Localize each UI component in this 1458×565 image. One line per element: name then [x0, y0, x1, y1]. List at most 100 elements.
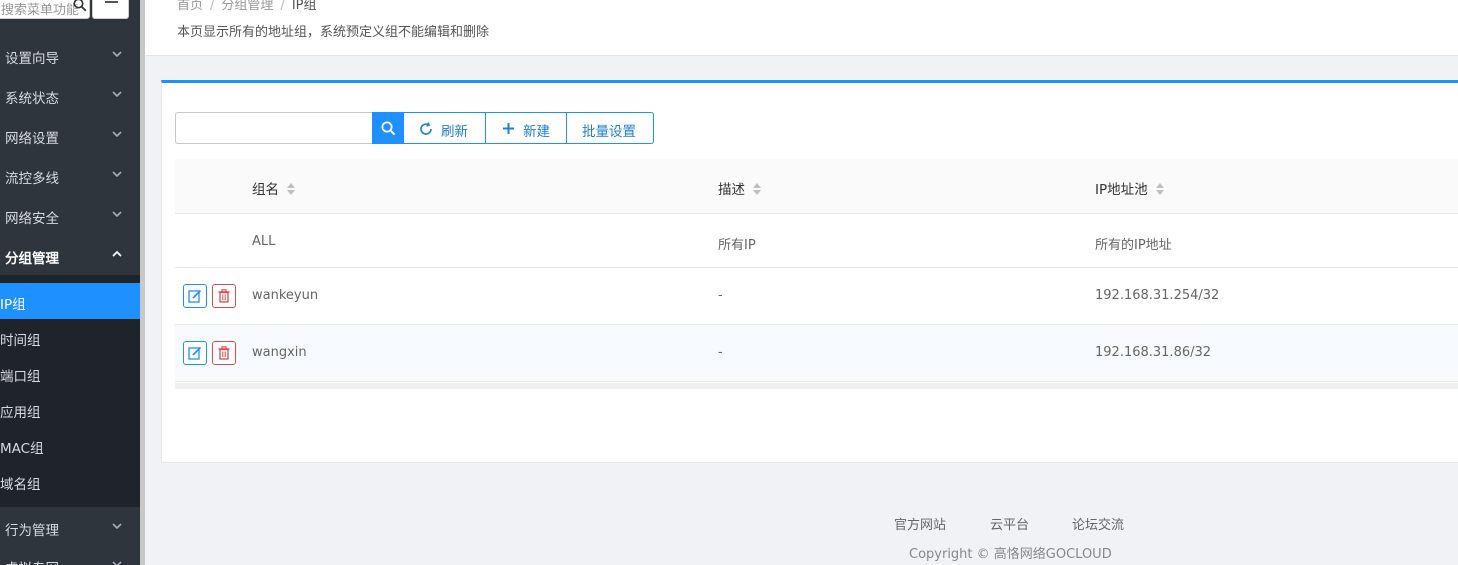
submenu-item-label: IP组 — [0, 297, 26, 313]
menu-item-system-status[interactable]: 系统状态 — [0, 75, 140, 115]
breadcrumb-separator: / — [210, 0, 215, 13]
sort-icon[interactable] — [1155, 183, 1164, 195]
chevron-down-icon — [112, 91, 122, 98]
menu-item-label: 行为管理 — [5, 523, 59, 539]
submenu-item-label: MAC组 — [0, 441, 44, 457]
new-button[interactable]: 新建 — [486, 112, 567, 144]
column-header-label: IP地址池 — [1095, 182, 1148, 198]
submenu-item-domain-group[interactable]: 域名组 — [0, 463, 140, 499]
sort-icon[interactable] — [287, 183, 295, 195]
submenu-item-time-group[interactable]: 时间组 — [0, 319, 140, 355]
edit-icon — [188, 346, 202, 360]
ip-group-card: 刷新 新建 批量设置 组名 描述 IP地址池 ALL 所有IP 所有的IP地址 — [161, 80, 1458, 463]
chevron-down-icon — [112, 51, 122, 58]
table-header: 组名 描述 IP地址池 — [175, 159, 1458, 214]
copyright-text: Copyright © 高恪网络GOCLOUD — [909, 547, 1112, 562]
submenu-item-port-group[interactable]: 端口组 — [0, 355, 140, 391]
edit-button[interactable] — [183, 341, 207, 365]
menu-item-label: 系统状态 — [5, 91, 59, 107]
search-icon — [381, 121, 396, 136]
cell-name: ALL — [252, 234, 276, 249]
menu-item-label: 网络设置 — [5, 131, 59, 147]
cell-description: 所有IP — [718, 238, 756, 253]
sidebar-search-row: 搜索菜单功能 — [0, 0, 140, 19]
page-header: 首页 / 分组管理 / IP组 本页显示所有的地址组，系统预定义组不能编辑和删除 — [145, 0, 1458, 56]
column-header-name[interactable]: 组名 — [252, 178, 295, 198]
edit-icon — [188, 289, 202, 303]
column-header-ip-pool[interactable]: IP地址池 — [1095, 178, 1164, 198]
column-header-description[interactable]: 描述 — [718, 178, 761, 198]
refresh-label: 刷新 — [441, 124, 468, 140]
submenu-item-mac-group[interactable]: MAC组 — [0, 427, 140, 463]
menu-search-placeholder: 搜索菜单功能 — [1, 3, 80, 18]
edit-button[interactable] — [183, 284, 207, 308]
plus-icon — [503, 123, 514, 134]
menu-item-network-security[interactable]: 网络安全 — [0, 195, 140, 235]
cell-name: wankeyun — [252, 288, 319, 303]
menu-item-network-settings[interactable]: 网络设置 — [0, 115, 140, 155]
search-icon[interactable] — [73, 0, 87, 12]
group-management-submenu: IP组 时间组 端口组 应用组 MAC组 域名组 — [0, 275, 140, 507]
trash-icon — [218, 346, 230, 360]
menu-item-setup-wizard[interactable]: 设置向导 — [0, 35, 140, 75]
cell-name: wangxin — [252, 345, 307, 360]
batch-settings-label: 批量设置 — [582, 124, 636, 140]
footer-link-official-site[interactable]: 官方网站 — [894, 514, 946, 533]
chevron-down-icon — [112, 171, 122, 178]
sort-icon[interactable] — [753, 183, 761, 195]
sidebar-scrollbar[interactable] — [140, 0, 145, 565]
menu-toggle-button[interactable] — [92, 0, 129, 19]
submenu-item-ip-group[interactable]: IP组 — [0, 283, 140, 319]
hamburger-icon-line — [105, 1, 118, 3]
column-header-label: 组名 — [252, 182, 279, 198]
refresh-icon — [420, 122, 432, 135]
chevron-down-icon — [112, 131, 122, 138]
footer-link-cloud-platform[interactable]: 云平台 — [990, 514, 1029, 533]
menu-item-label: 流控多线 — [5, 171, 59, 187]
table-row: ALL 所有IP 所有的IP地址 — [175, 214, 1458, 268]
menu-item-label: 设置向导 — [5, 51, 59, 67]
menu-item-label: 虚拟专网 — [5, 557, 59, 565]
page-description: 本页显示所有的地址组，系统预定义组不能编辑和删除 — [177, 25, 490, 40]
breadcrumb-separator: / — [280, 0, 285, 13]
refresh-button[interactable]: 刷新 — [404, 112, 486, 144]
column-header-label: 描述 — [718, 182, 745, 198]
chevron-up-icon — [112, 250, 122, 257]
breadcrumb-home[interactable]: 首页 — [177, 0, 203, 13]
menu-item-label: 网络安全 — [5, 211, 59, 227]
menu-search-input[interactable]: 搜索菜单功能 — [0, 0, 90, 19]
submenu-item-label: 域名组 — [0, 477, 41, 493]
new-label: 新建 — [523, 124, 550, 140]
menu-item-group-management[interactable]: 分组管理 — [0, 235, 140, 275]
chevron-down-icon — [112, 561, 122, 565]
submenu-item-app-group[interactable]: 应用组 — [0, 391, 140, 427]
cell-description: - — [718, 345, 723, 360]
sidebar: 搜索菜单功能 设置向导 系统状态 网络设置 流控多线 网络安全 分组管理 IP组… — [0, 0, 140, 565]
submenu-item-label: 时间组 — [0, 333, 41, 349]
cell-ip-pool: 192.168.31.254/32 — [1095, 288, 1220, 303]
table-row: wankeyun - 192.168.31.254/32 — [175, 268, 1458, 325]
breadcrumb-current: IP组 — [291, 0, 317, 13]
chevron-down-icon — [112, 211, 122, 218]
breadcrumb: 首页 / 分组管理 / IP组 — [177, 0, 317, 13]
submenu-item-label: 应用组 — [0, 405, 41, 421]
search-input[interactable] — [175, 112, 372, 144]
menu-item-behavior-management[interactable]: 行为管理 — [0, 507, 140, 547]
cell-ip-pool: 所有的IP地址 — [1095, 238, 1172, 253]
menu-item-flow-control[interactable]: 流控多线 — [0, 155, 140, 195]
cell-description: - — [718, 288, 723, 303]
delete-button[interactable] — [212, 284, 236, 308]
cell-ip-pool: 192.168.31.86/32 — [1095, 345, 1212, 360]
submenu-item-label: 端口组 — [0, 369, 41, 385]
delete-button[interactable] — [212, 341, 236, 365]
menu-item-label: 分组管理 — [5, 251, 59, 267]
chevron-down-icon — [112, 523, 122, 530]
table-row: wangxin - 192.168.31.86/32 — [175, 325, 1458, 382]
menu-item-vpn[interactable]: 虚拟专网 — [0, 545, 140, 565]
footer-link-forum[interactable]: 论坛交流 — [1072, 514, 1124, 533]
table-scrollbar[interactable] — [175, 383, 1458, 389]
breadcrumb-group-management[interactable]: 分组管理 — [221, 0, 273, 13]
trash-icon — [218, 289, 230, 303]
batch-settings-button[interactable]: 批量设置 — [567, 112, 654, 144]
search-button[interactable] — [372, 112, 404, 144]
